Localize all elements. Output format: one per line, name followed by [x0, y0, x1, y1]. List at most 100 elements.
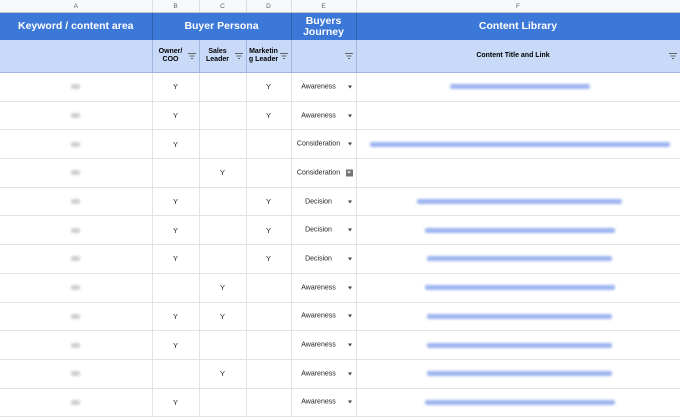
- marketing-cell[interactable]: [246, 302, 292, 332]
- column-letter-c[interactable]: C: [199, 0, 247, 13]
- dropdown-arrow-icon[interactable]: [345, 169, 353, 177]
- content-link-cell[interactable]: [356, 244, 680, 274]
- marketing-cell[interactable]: Y: [246, 187, 292, 217]
- journey-cell[interactable]: Awareness: [291, 359, 357, 389]
- filter-icon[interactable]: [187, 53, 196, 59]
- journey-cell[interactable]: Decision: [291, 244, 357, 274]
- marketing-header-cell[interactable]: Marketin g Leader: [246, 40, 292, 73]
- owner-cell[interactable]: [152, 359, 200, 389]
- content-header-cell[interactable]: Content Title and Link: [356, 40, 680, 73]
- keyword-cell[interactable]: [0, 129, 153, 160]
- content-link-cell[interactable]: [356, 158, 680, 188]
- marketing-cell[interactable]: [246, 273, 292, 303]
- column-letter-b[interactable]: B: [152, 0, 200, 13]
- marketing-cell[interactable]: Y: [246, 101, 292, 131]
- sales-cell[interactable]: Y: [199, 302, 247, 332]
- sales-cell[interactable]: Y: [199, 273, 247, 303]
- dropdown-arrow-icon[interactable]: [347, 200, 352, 204]
- dropdown-arrow-icon[interactable]: [347, 85, 352, 89]
- sales-cell[interactable]: [199, 330, 247, 360]
- journey-band-title[interactable]: Buyers Journey: [291, 12, 357, 40]
- column-letter-d[interactable]: D: [246, 0, 292, 13]
- journey-cell[interactable]: Decision: [291, 187, 357, 217]
- content-link[interactable]: [449, 84, 590, 90]
- owner-cell[interactable]: Y: [152, 101, 200, 131]
- column-letter-e[interactable]: E: [291, 0, 357, 13]
- dropdown-arrow-icon[interactable]: [347, 372, 352, 376]
- keyword-cell[interactable]: [0, 388, 153, 417]
- content-link[interactable]: [369, 141, 670, 147]
- journey-cell[interactable]: Awareness: [291, 330, 357, 360]
- content-link[interactable]: [427, 342, 612, 348]
- marketing-cell[interactable]: Y: [246, 244, 292, 274]
- dropdown-arrow-icon[interactable]: [347, 343, 352, 347]
- owner-cell[interactable]: [152, 158, 200, 188]
- owner-cell[interactable]: Y: [152, 302, 200, 332]
- column-letter-f[interactable]: F: [356, 0, 680, 13]
- filter-icon[interactable]: [344, 53, 353, 59]
- marketing-cell[interactable]: [246, 158, 292, 188]
- keyword-cell[interactable]: [0, 302, 153, 332]
- content-link[interactable]: [427, 256, 612, 262]
- content-link[interactable]: [427, 371, 612, 377]
- dropdown-arrow-icon[interactable]: [347, 400, 352, 404]
- content-link-cell[interactable]: [356, 273, 680, 303]
- owner-cell[interactable]: Y: [152, 129, 200, 160]
- journey-cell[interactable]: Awareness: [291, 101, 357, 131]
- keyword-cell[interactable]: [0, 215, 153, 246]
- sales-cell[interactable]: Y: [199, 158, 247, 188]
- sales-cell[interactable]: [199, 244, 247, 274]
- owner-cell[interactable]: Y: [152, 244, 200, 274]
- dropdown-arrow-icon[interactable]: [347, 142, 352, 146]
- dropdown-arrow-icon[interactable]: [347, 314, 352, 318]
- journey-cell[interactable]: Consideration: [291, 129, 357, 160]
- marketing-cell[interactable]: Y: [246, 72, 292, 102]
- content-link[interactable]: [427, 313, 612, 319]
- filter-icon[interactable]: [234, 53, 243, 59]
- keyword-cell[interactable]: [0, 359, 153, 389]
- sales-cell[interactable]: [199, 72, 247, 102]
- library-band-title[interactable]: Content Library: [356, 12, 680, 40]
- owner-cell[interactable]: Y: [152, 72, 200, 102]
- filter-icon[interactable]: [668, 53, 677, 59]
- content-link-cell[interactable]: [356, 72, 680, 102]
- journey-cell[interactable]: Awareness: [291, 72, 357, 102]
- sales-cell[interactable]: [199, 129, 247, 160]
- keyword-cell[interactable]: [0, 187, 153, 217]
- dropdown-arrow-icon[interactable]: [347, 286, 352, 290]
- content-link[interactable]: [424, 285, 615, 291]
- sales-header-cell[interactable]: Sales Leader: [199, 40, 247, 73]
- content-link-cell[interactable]: [356, 302, 680, 332]
- sales-cell[interactable]: [199, 101, 247, 131]
- marketing-cell[interactable]: [246, 359, 292, 389]
- journey-header-cell[interactable]: [291, 40, 357, 73]
- journey-cell[interactable]: Awareness: [291, 302, 357, 332]
- owner-cell[interactable]: [152, 273, 200, 303]
- marketing-cell[interactable]: [246, 330, 292, 360]
- journey-cell[interactable]: Awareness: [291, 388, 357, 417]
- keyword-cell[interactable]: [0, 101, 153, 131]
- content-link-cell[interactable]: [356, 101, 680, 131]
- content-link-cell[interactable]: [356, 330, 680, 360]
- dropdown-arrow-icon[interactable]: [347, 228, 352, 232]
- keyword-cell[interactable]: [0, 72, 153, 102]
- persona-band-title[interactable]: Buyer Persona: [152, 12, 292, 40]
- owner-cell[interactable]: Y: [152, 215, 200, 246]
- keyword-cell[interactable]: [0, 244, 153, 274]
- owner-cell[interactable]: Y: [152, 388, 200, 417]
- dropdown-arrow-icon[interactable]: [347, 114, 352, 118]
- marketing-cell[interactable]: Y: [246, 215, 292, 246]
- content-link[interactable]: [424, 399, 615, 405]
- journey-cell[interactable]: Consideration: [291, 158, 357, 188]
- column-letter-a[interactable]: A: [0, 0, 153, 13]
- sales-cell[interactable]: [199, 388, 247, 417]
- sales-cell[interactable]: [199, 215, 247, 246]
- owner-cell[interactable]: Y: [152, 187, 200, 217]
- content-link[interactable]: [417, 199, 622, 205]
- journey-cell[interactable]: Awareness: [291, 273, 357, 303]
- marketing-cell[interactable]: [246, 388, 292, 417]
- filter-icon[interactable]: [279, 53, 288, 59]
- owner-cell[interactable]: Y: [152, 330, 200, 360]
- sales-cell[interactable]: [199, 187, 247, 217]
- keyword-header-cell[interactable]: [0, 40, 153, 73]
